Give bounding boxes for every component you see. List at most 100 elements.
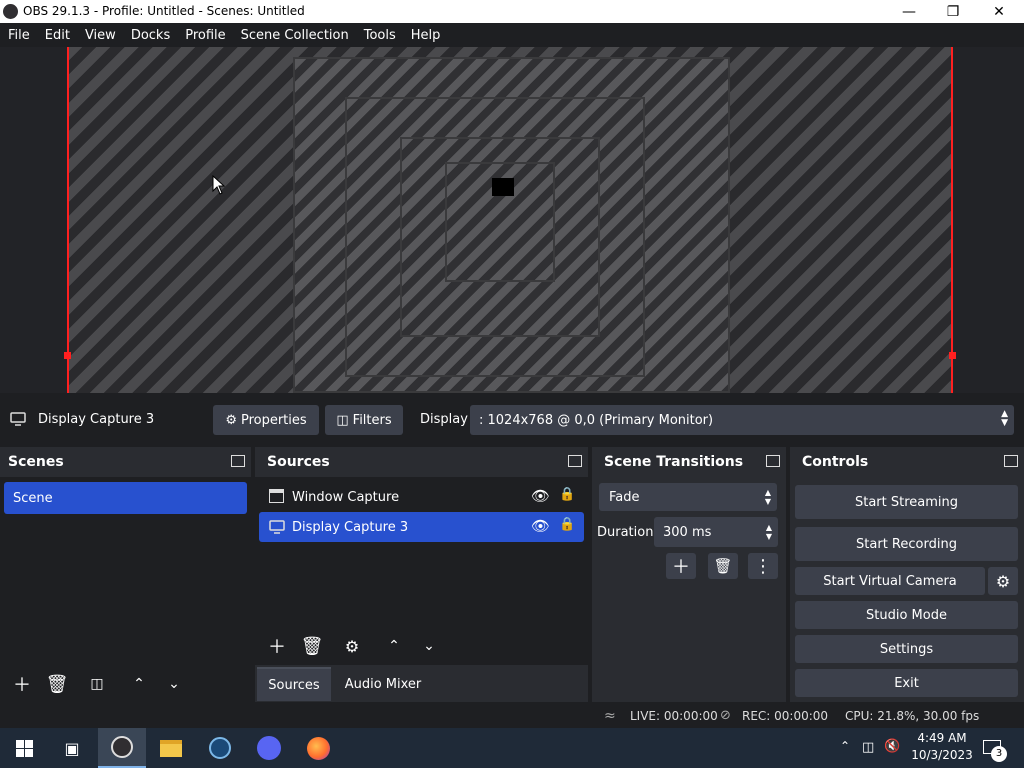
monitor-icon	[269, 520, 285, 534]
menu-help[interactable]: Help	[403, 28, 448, 43]
studio-mode-button[interactable]: Studio Mode	[795, 601, 1018, 629]
network-icon[interactable]: ◫	[862, 740, 874, 755]
display-select[interactable]: : 1024x768 @ 0,0 (Primary Monitor) ▲ ▼	[470, 405, 1014, 435]
duration-label: Duration	[597, 525, 654, 540]
eye-icon[interactable]: 👁	[531, 487, 550, 505]
obs-logo-icon	[3, 4, 18, 19]
scene-item[interactable]: Scene	[4, 482, 247, 514]
lock-icon[interactable]: 🔒	[559, 487, 575, 502]
minimize-icon[interactable]: —	[886, 0, 932, 23]
trash-icon[interactable]: 🗑	[42, 671, 72, 697]
close-icon[interactable]: ✕	[976, 0, 1022, 23]
filters-button[interactable]: ◫ Filters	[325, 405, 403, 435]
taskbar: ▣ ⌃ ◫ 🔇 4:49 AM 10/3/2023 3	[0, 728, 1024, 768]
add-icon[interactable]: ＋	[262, 633, 292, 659]
resize-handle-right[interactable]	[949, 352, 956, 359]
scenes-dock: Scenes Scene ＋ 🗑 ◫ ⌃ ⌄	[0, 447, 251, 702]
display-label: Display	[420, 412, 468, 427]
window-icon	[269, 489, 284, 503]
transition-select[interactable]: Fade ▲ ▼	[599, 483, 777, 511]
source-item[interactable]: Window Capture 👁 🔒	[259, 482, 584, 512]
menu-file[interactable]: File	[0, 28, 37, 43]
menu-docks[interactable]: Docks	[123, 28, 177, 43]
tab-sources[interactable]: Sources	[257, 667, 331, 701]
gear-icon[interactable]: ⚙	[337, 633, 367, 659]
maximize-icon[interactable]: ❐	[930, 0, 976, 23]
float-icon[interactable]	[1004, 455, 1018, 467]
live-icon: ≈	[604, 708, 616, 724]
eye-icon[interactable]: 👁	[531, 517, 550, 535]
cpu-status: CPU: 21.8%, 30.00 fps	[845, 709, 980, 723]
source-item[interactable]: Display Capture 3 👁 🔒	[259, 512, 584, 542]
add-icon[interactable]: ＋	[666, 553, 696, 579]
selected-source-name: Display Capture 3	[38, 412, 155, 427]
chevron-updown-icon: ▲ ▼	[764, 488, 771, 506]
bounds-left	[67, 47, 69, 393]
bounds-right	[951, 47, 953, 393]
chevron-up-icon[interactable]: ⌃	[124, 671, 154, 697]
float-icon[interactable]	[568, 455, 582, 467]
rec-status: REC: 00:00:00	[742, 709, 829, 723]
scenes-title: Scenes	[0, 447, 251, 477]
lock-icon[interactable]: 🔒	[559, 517, 575, 532]
more-icon[interactable]: ⋮	[748, 553, 778, 579]
start-recording-button[interactable]: Start Recording	[795, 527, 1018, 561]
status-bar: ≈ LIVE: 00:00:00 ⊘ REC: 00:00:00 CPU: 21…	[0, 702, 1024, 730]
start-streaming-button[interactable]: Start Streaming	[795, 485, 1018, 519]
float-icon[interactable]	[766, 455, 780, 467]
stepper-icon[interactable]: ▲ ▼	[766, 523, 772, 541]
file-explorer-icon[interactable]	[147, 728, 195, 768]
chevron-down-icon[interactable]: ⌄	[159, 671, 189, 697]
task-view-icon[interactable]: ▣	[48, 728, 96, 768]
chevron-up-icon[interactable]: ⌃	[379, 633, 409, 659]
preview-area[interactable]	[0, 47, 1024, 393]
chevron-up-icon[interactable]: ⌃	[840, 739, 850, 753]
volume-icon[interactable]: 🔇	[884, 739, 900, 754]
trash-icon[interactable]: 🗑	[708, 553, 738, 579]
menu-profile[interactable]: Profile	[177, 28, 232, 43]
gear-icon[interactable]: ⚙	[988, 567, 1018, 595]
clock-date[interactable]: 10/3/2023	[907, 748, 977, 762]
scene-transitions-title: Scene Transitions	[592, 447, 786, 477]
chevron-updown-icon: ▲ ▼	[1001, 409, 1008, 428]
clock-time[interactable]: 4:49 AM	[917, 731, 967, 745]
sources-dock: Sources Window Capture 👁 🔒 Display Captu…	[255, 447, 588, 702]
monitor-icon	[10, 412, 26, 426]
resize-handle-left[interactable]	[64, 352, 71, 359]
tab-audio-mixer[interactable]: Audio Mixer	[335, 667, 431, 701]
menu-scene-collection[interactable]: Scene Collection	[233, 28, 356, 43]
title-bar: OBS 29.1.3 - Profile: Untitled - Scenes:…	[0, 0, 1024, 23]
exit-button[interactable]: Exit	[795, 669, 1018, 697]
filter-icon[interactable]: ◫	[82, 671, 112, 697]
window-title: OBS 29.1.3 - Profile: Untitled - Scenes:…	[23, 4, 305, 18]
controls-dock: Controls Start Streaming Start Recording…	[790, 447, 1024, 702]
live-status: LIVE: 00:00:00	[630, 709, 718, 723]
float-icon[interactable]	[231, 455, 245, 467]
controls-title: Controls	[790, 447, 1024, 477]
chevron-down-icon[interactable]: ⌄	[414, 633, 444, 659]
discord-icon[interactable]	[245, 728, 293, 768]
obs-taskbar-icon[interactable]	[98, 728, 146, 768]
firefox-icon[interactable]	[294, 728, 342, 768]
trash-icon[interactable]: 🗑	[297, 633, 327, 659]
menu-bar: File Edit View Docks Profile Scene Colle…	[0, 23, 1024, 47]
steam-icon[interactable]	[196, 728, 244, 768]
menu-view[interactable]: View	[77, 28, 123, 43]
start-virtual-camera-button[interactable]: Start Virtual Camera	[795, 567, 985, 595]
source-toolbar: Display Capture 3 ⚙ Properties ◫ Filters D…	[0, 402, 1024, 438]
preview-center	[492, 178, 514, 196]
windows-start-icon[interactable]	[0, 728, 48, 768]
duration-input[interactable]: 300 ms ▲ ▼	[654, 517, 778, 547]
filter-icon: ◫	[336, 412, 349, 428]
menu-tools[interactable]: Tools	[356, 28, 403, 43]
add-icon[interactable]: ＋	[7, 671, 37, 697]
properties-button[interactable]: ⚙ Properties	[213, 405, 319, 435]
menu-edit[interactable]: Edit	[37, 28, 77, 43]
rec-icon: ⊘	[720, 708, 731, 723]
sources-title: Sources	[255, 447, 588, 477]
gear-icon: ⚙	[225, 412, 237, 428]
scene-transitions-dock: Scene Transitions Fade ▲ ▼ Duration 300 m…	[592, 447, 786, 702]
notification-badge: 3	[991, 746, 1007, 762]
cursor-icon	[212, 175, 226, 195]
settings-button[interactable]: Settings	[795, 635, 1018, 663]
